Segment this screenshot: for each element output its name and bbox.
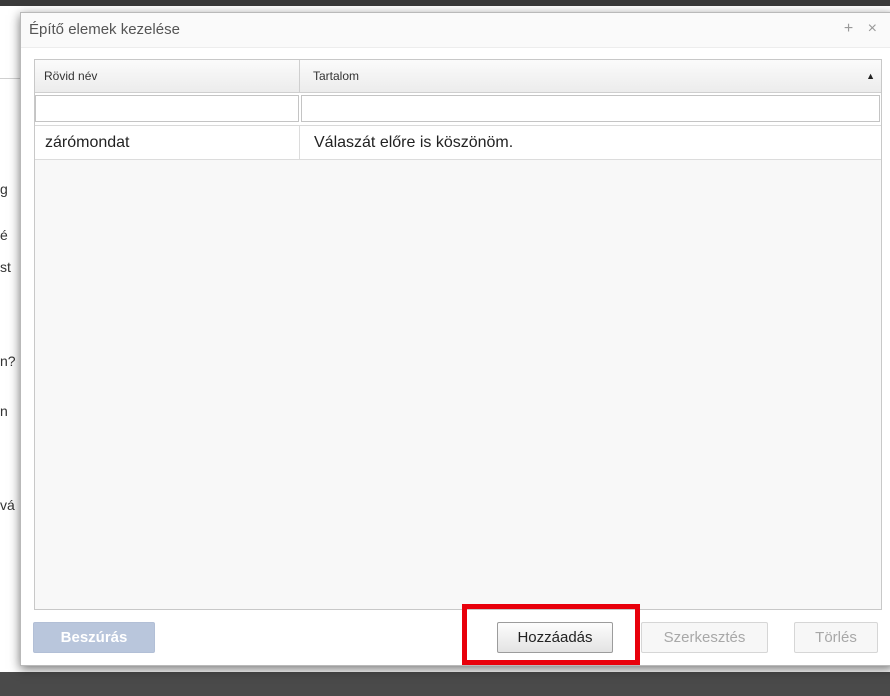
background-text-fragment: n? <box>0 353 16 369</box>
table-row[interactable]: zárómondat Válaszát előre is köszönöm. <box>35 126 881 160</box>
add-button[interactable]: Hozzáadás <box>497 622 613 653</box>
close-icon[interactable]: × <box>868 20 879 37</box>
background-text-fragment: é <box>0 227 8 243</box>
edit-button[interactable]: Szerkesztés <box>641 622 768 653</box>
sort-ascending-icon: ▲ <box>866 71 875 81</box>
dialog-title: Építő elemek kezelése <box>29 21 180 38</box>
building-blocks-table: Rövid név Tartalom ▲ zárómondat Válaszát… <box>34 59 882 610</box>
background-text-fragment: g <box>0 181 8 197</box>
background-text-fragment: n <box>0 403 8 419</box>
cell-content: Válaszát előre is köszönöm. <box>314 134 514 151</box>
background-bottom <box>0 672 890 696</box>
column-header-short-name[interactable]: Rövid név <box>35 60 300 92</box>
short-name-filter-input[interactable] <box>35 95 299 122</box>
table-header: Rövid név Tartalom ▲ <box>35 60 881 93</box>
background-divider <box>0 78 20 79</box>
background-topbar <box>0 0 890 6</box>
dialog-window-controls: + × <box>838 20 879 38</box>
column-header-label: Tartalom <box>313 69 360 83</box>
column-header-content[interactable]: Tartalom ▲ <box>300 60 881 92</box>
plus-icon[interactable]: + <box>844 20 855 37</box>
background-text-fragment: vá <box>0 497 15 513</box>
content-filter-input[interactable] <box>301 95 880 122</box>
cell-short-name: zárómondat <box>35 126 300 159</box>
filter-row <box>35 93 881 126</box>
insert-button[interactable]: Beszúrás <box>33 622 155 653</box>
dialog-titlebar[interactable]: Építő elemek kezelése + × <box>21 13 890 48</box>
delete-button[interactable]: Törlés <box>794 622 878 653</box>
background-text-fragment: st <box>0 259 11 275</box>
column-header-label: Rövid név <box>44 69 98 83</box>
building-blocks-dialog: Építő elemek kezelése + × Rövid név Tart… <box>20 12 890 666</box>
